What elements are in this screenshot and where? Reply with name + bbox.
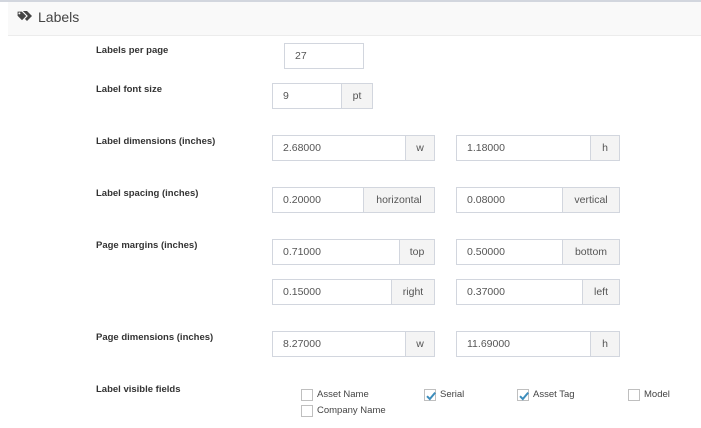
vertical-spacing-input[interactable]: 0.08000 vertical [456, 187, 620, 213]
panel-header: Labels [8, 2, 701, 36]
margin-left-value: 0.37000 [467, 286, 505, 298]
page-height-value: 11.69000 [467, 338, 511, 350]
serial-label: Serial [440, 389, 465, 400]
check-icon [426, 391, 436, 401]
horizontal-spacing-value: 0.20000 [283, 194, 321, 206]
page-width-value: 8.27000 [283, 338, 321, 350]
tags-icon [16, 10, 33, 24]
margin-right-input[interactable]: 0.15000 right [272, 279, 435, 305]
page-dimensions-label: Page dimensions (inches) [96, 332, 214, 343]
asset-tag-label: Asset Tag [533, 389, 575, 400]
label-height-input[interactable]: 1.18000 h [456, 135, 620, 161]
serial-checkbox[interactable] [424, 389, 436, 401]
company-name-checkbox[interactable] [301, 405, 313, 417]
w-addon: w [405, 136, 434, 160]
label-font-size-label: Label font size [96, 84, 162, 95]
model-label: Model [644, 389, 670, 400]
model-checkbox[interactable] [628, 389, 640, 401]
page-height-input[interactable]: 11.69000 h [456, 331, 620, 357]
labels-per-page-input[interactable]: 27 [284, 43, 364, 69]
labels-per-page-value: 27 [295, 50, 307, 62]
asset-name-checkbox[interactable] [301, 389, 313, 401]
asset-name-label: Asset Name [317, 389, 369, 400]
labels-per-page-label: Labels per page [96, 45, 169, 56]
right-addon: right [391, 280, 434, 304]
label-height-value: 1.18000 [467, 142, 505, 154]
bottom-addon: bottom [562, 240, 619, 264]
margin-top-value: 0.71000 [283, 246, 321, 258]
check-icon [519, 391, 529, 401]
label-width-input[interactable]: 2.68000 w [272, 135, 435, 161]
left-addon: left [582, 280, 619, 304]
pt-addon: pt [341, 84, 372, 108]
margin-left-input[interactable]: 0.37000 left [456, 279, 620, 305]
margin-bottom-input[interactable]: 0.50000 bottom [456, 239, 620, 265]
h-addon: h [590, 136, 619, 160]
page-w-addon: w [405, 332, 434, 356]
label-dimensions-label: Label dimensions (inches) [96, 136, 216, 147]
label-spacing-label: Label spacing (inches) [96, 188, 199, 199]
margin-right-value: 0.15000 [283, 286, 321, 298]
page-margins-label: Page margins (inches) [96, 240, 198, 251]
label-font-size-input[interactable]: 9 pt [272, 83, 373, 109]
label-width-value: 2.68000 [283, 142, 321, 154]
horizontal-addon: horizontal [363, 188, 434, 212]
page-h-addon: h [590, 332, 619, 356]
horizontal-spacing-input[interactable]: 0.20000 horizontal [272, 187, 435, 213]
company-name-label: Company Name [317, 405, 386, 416]
label-visible-fields-label: Label visible fields [96, 384, 181, 395]
vertical-spacing-value: 0.08000 [467, 194, 505, 206]
asset-tag-checkbox[interactable] [517, 389, 529, 401]
page-title: Labels [38, 9, 80, 25]
panel-title: Labels [16, 9, 79, 25]
page-width-input[interactable]: 8.27000 w [272, 331, 435, 357]
vertical-addon: vertical [562, 188, 619, 212]
margin-top-input[interactable]: 0.71000 top [272, 239, 435, 265]
top-addon: top [399, 240, 434, 264]
label-font-size-value: 9 [283, 90, 289, 102]
margin-bottom-value: 0.50000 [467, 246, 505, 258]
